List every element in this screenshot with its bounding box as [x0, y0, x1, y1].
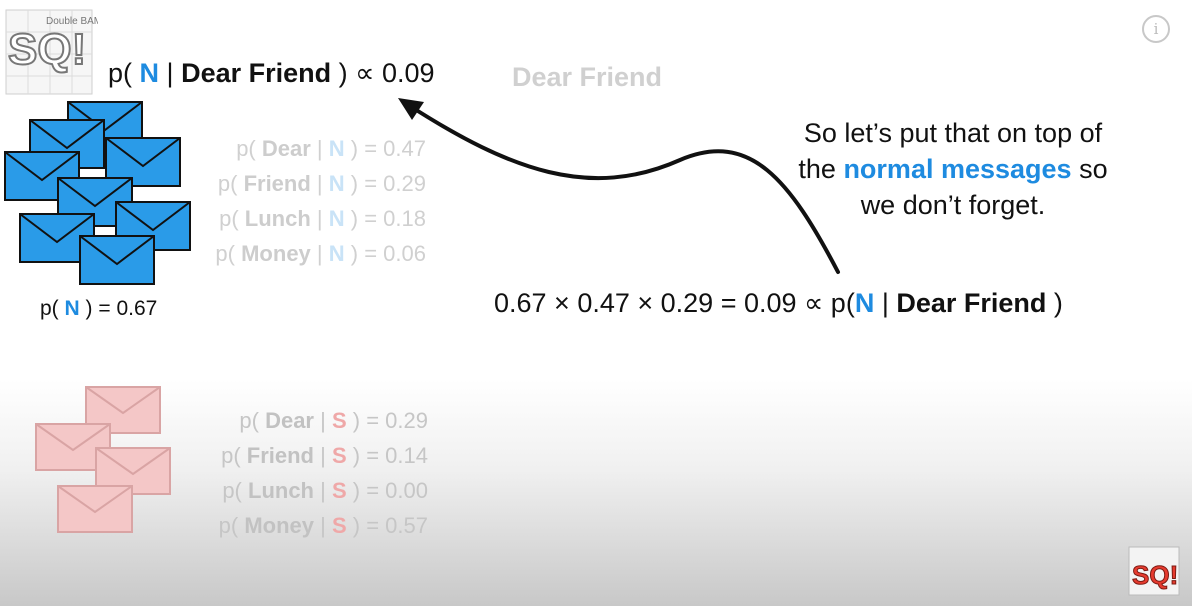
- svg-text:SQ!: SQ!: [8, 25, 86, 74]
- info-circle-icon[interactable]: i: [1142, 15, 1170, 43]
- spam-envelope-pile: [30, 382, 180, 540]
- statquest-logo: SQ! Double BAM!!: [2, 2, 108, 98]
- svg-text:Double BAM!!: Double BAM!!: [46, 16, 98, 27]
- prior-normal: p( N ) = 0.67: [40, 297, 158, 320]
- curved-arrow: [390, 90, 850, 280]
- normal-envelope-pile: [0, 98, 200, 290]
- ghost-phrase: Dear Friend: [512, 62, 663, 92]
- posterior-title: p( N | Dear Friend ) ∝ 0.09: [108, 58, 435, 88]
- spam-prob-lunch: p( Lunch | S ) = 0.00: [222, 478, 428, 503]
- corner-logo: SQ!: [1128, 546, 1180, 596]
- spam-prob-dear: p( Dear | S ) = 0.29: [239, 408, 428, 433]
- posterior-equation: 0.67 × 0.47 × 0.29 = 0.09 ∝ p(N | Dear F…: [494, 288, 1063, 318]
- spam-prob-friend: p( Friend | S ) = 0.14: [221, 443, 428, 468]
- spam-word-probabilities: p( Dear | S ) = 0.29 p( Friend | S ) = 0…: [188, 408, 428, 548]
- svg-text:SQ!: SQ!: [1132, 560, 1178, 590]
- spam-prob-money: p( Money | S ) = 0.57: [218, 513, 428, 538]
